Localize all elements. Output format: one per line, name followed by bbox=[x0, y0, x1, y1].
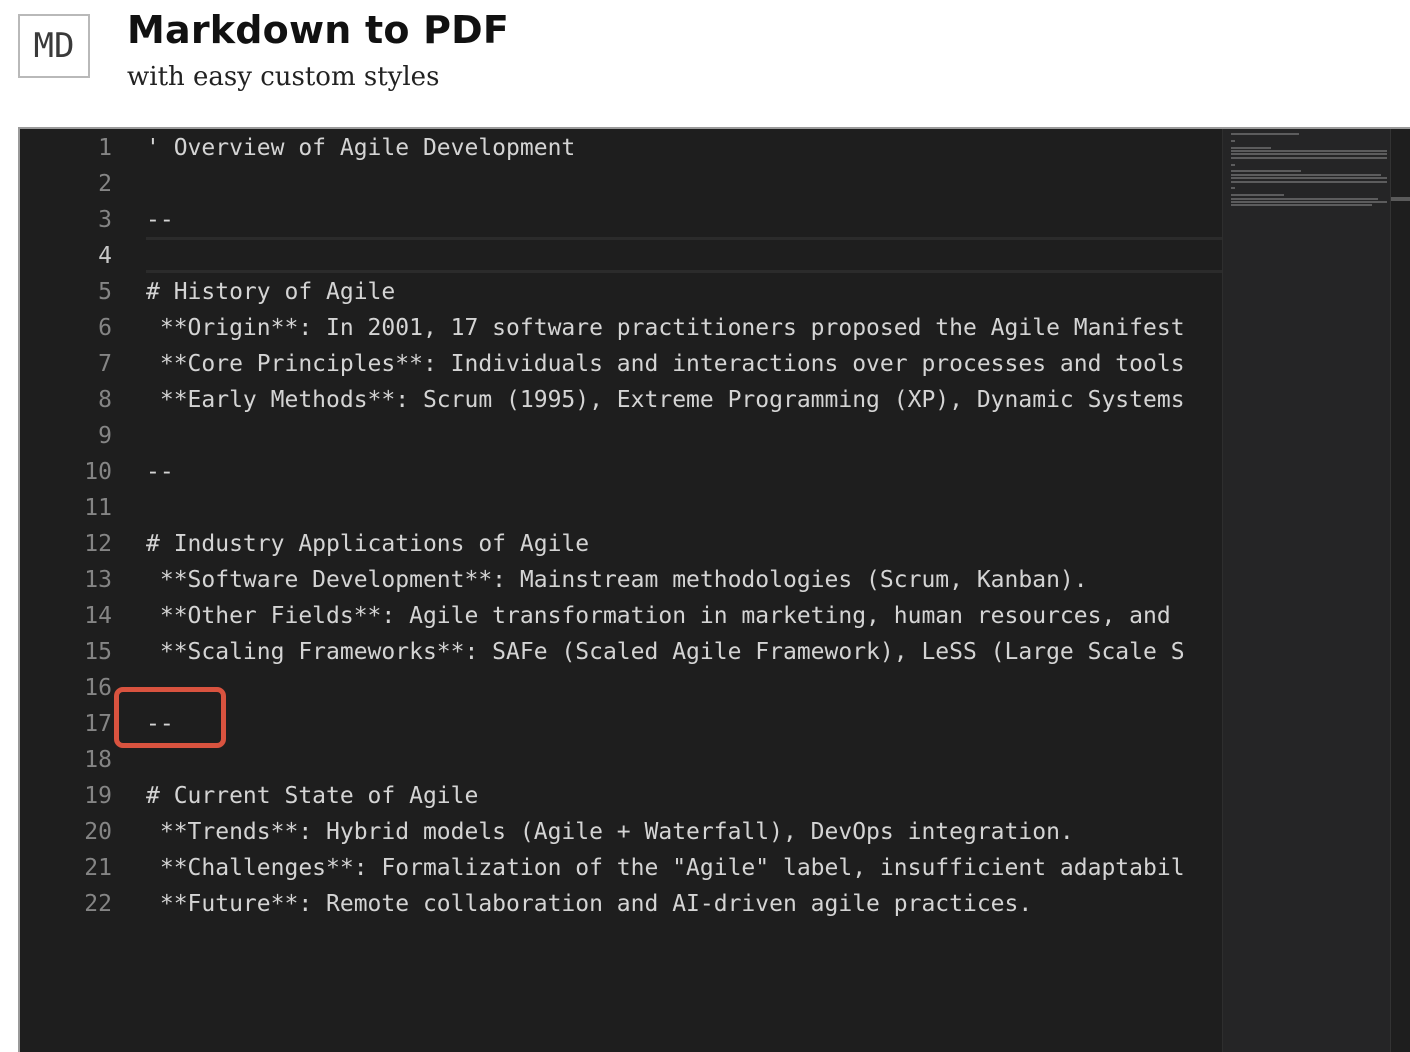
line-number-gutter: 1 2 3 4 5 6 7 8 9 10 11 12 13 14 15 16 17 18 19 20 21 22 bbox=[20, 129, 128, 1052]
line-number: 14 bbox=[84, 603, 112, 629]
line-number: 2 bbox=[98, 171, 112, 197]
code-line[interactable]: **Software Development**: Mainstream met… bbox=[146, 562, 1088, 598]
code-line[interactable]: **Future**: Remote collaboration and AI-… bbox=[146, 886, 1032, 922]
minimap-line bbox=[1231, 156, 1387, 159]
code-line[interactable]: **Challenges**: Formalization of the "Ag… bbox=[146, 850, 1185, 886]
code-line[interactable]: **Core Principles**: Individuals and int… bbox=[146, 346, 1185, 382]
line-number: 4 bbox=[98, 243, 112, 269]
line-number: 13 bbox=[84, 567, 112, 593]
code-line[interactable]: **Trends**: Hybrid models (Agile + Water… bbox=[146, 814, 1074, 850]
md-logo: MD bbox=[18, 14, 90, 78]
line-number: 10 bbox=[84, 459, 112, 485]
minimap[interactable] bbox=[1222, 129, 1391, 1052]
line-number: 11 bbox=[84, 495, 112, 521]
code-line[interactable]: # History of Agile bbox=[146, 274, 395, 310]
line-number: 12 bbox=[84, 531, 112, 557]
line-number: 16 bbox=[84, 675, 112, 701]
code-area[interactable]: ' Overview of Agile Development -- # Histo… bbox=[146, 129, 1222, 1052]
code-line[interactable]: ' Overview of Agile Development bbox=[146, 130, 575, 166]
minimap-line bbox=[1231, 177, 1387, 180]
minimap-line bbox=[1231, 153, 1387, 156]
code-line[interactable]: **Scaling Frameworks**: SAFe (Scaled Agi… bbox=[146, 634, 1185, 670]
line-number: 21 bbox=[84, 855, 112, 881]
vertical-scrollbar[interactable] bbox=[1390, 129, 1410, 1052]
minimap-line bbox=[1231, 146, 1271, 149]
minimap-line bbox=[1231, 194, 1284, 197]
line-number: 18 bbox=[84, 747, 112, 773]
app-subtitle: with easy custom styles bbox=[127, 62, 440, 92]
line-number: 8 bbox=[98, 387, 112, 413]
minimap-line bbox=[1231, 150, 1387, 152]
minimap-line bbox=[1231, 197, 1379, 200]
code-line[interactable]: **Early Methods**: Scrum (1995), Extreme… bbox=[146, 382, 1185, 418]
app-header: MD Markdown to PDF with easy custom styl… bbox=[0, 0, 1410, 128]
minimap-line bbox=[1231, 173, 1381, 176]
line-number: 22 bbox=[84, 891, 112, 917]
app-title: Markdown to PDF bbox=[127, 8, 510, 52]
line-number: 3 bbox=[98, 207, 112, 233]
line-number: 6 bbox=[98, 315, 112, 341]
code-line[interactable]: -- bbox=[146, 202, 174, 238]
markdown-editor[interactable]: 1 2 3 4 5 6 7 8 9 10 11 12 13 14 15 16 17 18 19 20 21 22 ' Ov… bbox=[18, 127, 1410, 1052]
line-number: 15 bbox=[84, 639, 112, 665]
line-number: 5 bbox=[98, 279, 112, 305]
minimap-line bbox=[1231, 170, 1302, 173]
line-number: 9 bbox=[98, 423, 112, 449]
scrollbar-thumb[interactable] bbox=[1391, 197, 1410, 201]
minimap-line bbox=[1231, 187, 1236, 190]
code-line[interactable]: # Industry Applications of Agile bbox=[146, 526, 589, 562]
minimap-line bbox=[1231, 204, 1372, 207]
minimap-line bbox=[1231, 133, 1300, 135]
code-line[interactable]: -- bbox=[146, 706, 174, 742]
line-number: 7 bbox=[98, 351, 112, 377]
code-line[interactable]: **Origin**: In 2001, 17 software practit… bbox=[146, 310, 1185, 346]
line-number: 20 bbox=[84, 819, 112, 845]
line-number: 1 bbox=[98, 135, 112, 161]
minimap-line bbox=[1231, 139, 1236, 142]
code-line[interactable]: **Other Fields**: Agile transformation i… bbox=[146, 598, 1171, 634]
minimap-line bbox=[1231, 180, 1387, 183]
line-number: 17 bbox=[84, 711, 112, 737]
minimap-line bbox=[1231, 163, 1236, 166]
line-number: 19 bbox=[84, 783, 112, 809]
code-line[interactable]: # Current State of Agile bbox=[146, 778, 478, 814]
minimap-line bbox=[1231, 201, 1387, 203]
code-line[interactable]: -- bbox=[146, 454, 174, 490]
